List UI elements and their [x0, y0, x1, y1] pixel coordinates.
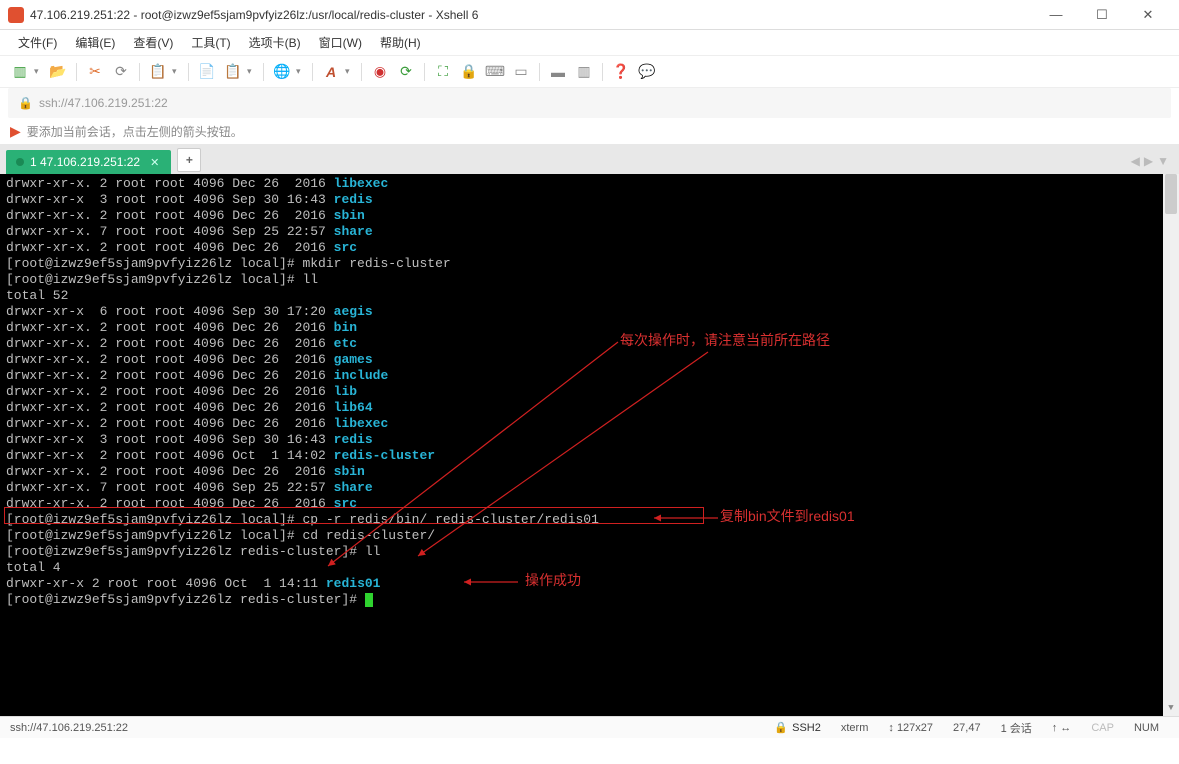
menubar: 文件(F) 编辑(E) 查看(V) 工具(T) 选项卡(B) 窗口(W) 帮助(…	[0, 30, 1179, 56]
ssh-lock-icon: 🔒	[774, 722, 788, 734]
tab-menu-icon[interactable]: ▼	[1157, 154, 1169, 168]
tab-next-icon[interactable]: ▶	[1144, 154, 1153, 168]
address-text: ssh://47.106.219.251:22	[39, 96, 168, 110]
terminal-scrollbar[interactable]: ▲ ▼	[1163, 174, 1179, 716]
add-tab-button[interactable]: +	[177, 148, 201, 172]
scroll-down-icon[interactable]: ▼	[1163, 700, 1179, 716]
keyboard-icon[interactable]: ⌨	[483, 60, 507, 84]
tab-bar: 1 47.106.219.251:22 ✕ + ◀ ▶ ▼	[0, 144, 1179, 174]
menu-help[interactable]: 帮助(H)	[372, 31, 429, 54]
new-session-icon[interactable]: ▥	[8, 60, 32, 84]
menu-view[interactable]: 查看(V)	[125, 31, 181, 54]
tab-status-icon	[16, 158, 24, 166]
menu-edit[interactable]: 编辑(E)	[67, 31, 123, 54]
menu-window[interactable]: 窗口(W)	[311, 31, 370, 54]
annotation-copy: 复制bin文件到redis01	[720, 508, 855, 524]
refresh-icon[interactable]: ⟳	[394, 60, 418, 84]
find-icon[interactable]: 🌐	[270, 60, 294, 84]
menu-file[interactable]: 文件(F)	[10, 31, 65, 54]
tab-label: 1 47.106.219.251:22	[30, 155, 140, 169]
disconnect-icon[interactable]: ⟳	[109, 60, 133, 84]
tab-prev-icon[interactable]: ◀	[1131, 154, 1140, 168]
flag-icon: ▶	[10, 123, 21, 140]
open-icon[interactable]: 📂	[46, 60, 70, 84]
session-tab[interactable]: 1 47.106.219.251:22 ✕	[6, 150, 171, 174]
scrollbar-thumb[interactable]	[1165, 174, 1177, 214]
terminal-output[interactable]: drwxr-xr-x. 2 root root 4096 Dec 26 2016…	[0, 174, 1179, 716]
reconnect-icon[interactable]: ✂	[83, 60, 107, 84]
annotation-success: 操作成功	[525, 572, 581, 588]
status-sessions: 1 会话	[991, 720, 1042, 736]
menu-tabs[interactable]: 选项卡(B)	[241, 31, 309, 54]
address-bar[interactable]: 🔒 ssh://47.106.219.251:22	[8, 88, 1171, 118]
tab-close-icon[interactable]: ✕	[150, 156, 159, 169]
terminal-icon[interactable]: ▭	[509, 60, 533, 84]
window-titlebar: 47.106.219.251:22 - root@izwz9ef5sjam9pv…	[0, 0, 1179, 30]
status-term: xterm	[831, 722, 879, 734]
maximize-button[interactable]: ☐	[1079, 0, 1125, 30]
status-pos: 27,47	[943, 722, 991, 734]
menu-tools[interactable]: 工具(T)	[183, 31, 238, 54]
font-icon[interactable]: A	[319, 60, 343, 84]
history-icon[interactable]: ▥	[572, 60, 596, 84]
status-ssh: SSH2	[792, 722, 821, 734]
copy-icon[interactable]: 📄	[195, 60, 219, 84]
tip-text: 要添加当前会话，点击左侧的箭头按钮。	[27, 123, 243, 140]
status-size: 127x27	[897, 722, 933, 734]
fullscreen-icon[interactable]: ⛶	[431, 60, 455, 84]
annotation-path: 每次操作时，请注意当前所在路径	[620, 332, 830, 348]
cursor	[365, 593, 373, 607]
status-conn: ↑ ↔	[1042, 722, 1082, 734]
resize-icon: ↕	[888, 722, 897, 734]
status-cap: CAP	[1081, 722, 1124, 734]
window-title: 47.106.219.251:22 - root@izwz9ef5sjam9pv…	[30, 8, 1033, 22]
close-button[interactable]: ✕	[1125, 0, 1171, 30]
color-icon[interactable]: ◉	[368, 60, 392, 84]
annotation-box	[4, 507, 704, 524]
chat-icon[interactable]: 💬	[635, 60, 659, 84]
properties-icon[interactable]: 📋	[146, 60, 170, 84]
status-address: ssh://47.106.219.251:22	[10, 722, 128, 734]
help-icon[interactable]: ❓	[609, 60, 633, 84]
toolbar: ▥▾ 📂 ✂ ⟳ 📋▾ 📄 📋▾ 🌐▾ A▾ ◉ ⟳ ⛶ 🔒 ⌨ ▭ ▬ ▥ ❓…	[0, 56, 1179, 88]
minimize-button[interactable]: —	[1033, 0, 1079, 30]
app-icon	[8, 7, 24, 23]
lock-icon[interactable]: 🔒	[457, 60, 481, 84]
status-bar: ssh://47.106.219.251:22 🔒 SSH2 xterm ↕ 12…	[0, 716, 1179, 738]
log-icon[interactable]: ▬	[546, 60, 570, 84]
status-num: NUM	[1124, 722, 1169, 734]
lock-icon: 🔒	[18, 96, 33, 110]
paste-icon[interactable]: 📋	[221, 60, 245, 84]
tip-bar: ▶ 要添加当前会话，点击左侧的箭头按钮。	[0, 118, 1179, 144]
